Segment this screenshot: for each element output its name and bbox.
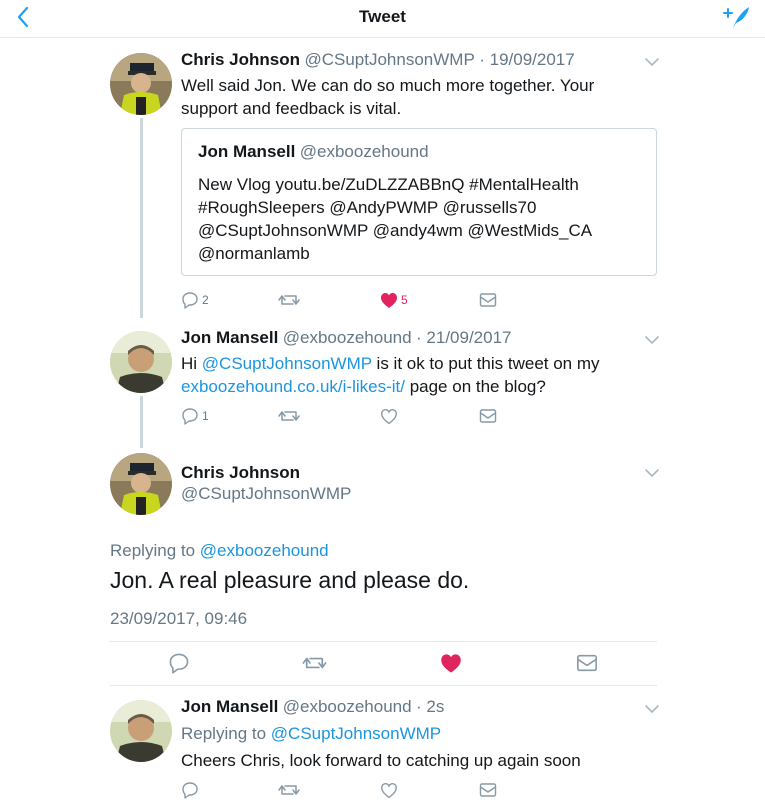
divider — [110, 641, 657, 642]
quoted-author-name: Jon Mansell — [198, 142, 296, 161]
like-button[interactable] — [380, 779, 398, 801]
reply-icon — [169, 653, 189, 674]
retweet-icon — [302, 657, 327, 669]
url-link[interactable]: exboozehound.co.uk/i-likes-it/ — [181, 377, 405, 396]
heart-icon — [380, 782, 398, 798]
tweet-text: Well said Jon. We can do so much more to… — [181, 76, 595, 118]
retweet-button[interactable] — [278, 405, 300, 427]
reply-button[interactable] — [168, 652, 190, 674]
tweet-text-segment: page on the blog? — [404, 377, 546, 396]
replying-to-handle[interactable]: @exboozehound — [200, 541, 329, 560]
retweet-icon — [278, 295, 300, 305]
chevron-down-icon[interactable] — [644, 335, 660, 345]
replying-to-handle[interactable]: @CSuptJohnsonWMP — [271, 724, 441, 743]
author-name[interactable]: Chris Johnson — [181, 50, 300, 69]
author-handle[interactable]: @CSuptJohnsonWMP — [304, 50, 474, 69]
like-button[interactable] — [440, 652, 462, 674]
mail-icon — [479, 409, 497, 423]
quoted-tweet[interactable]: Jon Mansell @exboozehound New Vlog youtu… — [181, 128, 657, 276]
thread-line — [140, 118, 143, 318]
dm-button[interactable] — [576, 652, 598, 674]
page-title: Tweet — [359, 7, 406, 26]
tweet-age: · 2s — [416, 697, 445, 716]
mail-icon — [479, 293, 497, 307]
mail-icon — [479, 783, 497, 797]
retweet-icon — [278, 411, 300, 421]
tweet-date: · 21/09/2017 — [416, 328, 512, 347]
mail-icon — [577, 654, 597, 672]
like-button[interactable]: 5 — [380, 289, 408, 311]
reply-button[interactable]: 1 — [181, 405, 209, 427]
retweet-button[interactable] — [302, 652, 327, 674]
tweet-text: Hi @CSuptJohnsonWMP is it ok to put this… — [181, 352, 651, 398]
tweet-text: Cheers Chris, look forward to catching u… — [181, 751, 581, 770]
heart-filled-icon — [381, 292, 397, 308]
dm-button[interactable] — [479, 779, 497, 801]
avatar[interactable] — [110, 453, 172, 515]
mention-link[interactable]: @CSuptJohnsonWMP — [202, 354, 372, 373]
dm-button[interactable] — [479, 405, 497, 427]
retweet-button[interactable] — [278, 779, 300, 801]
tweet-header: Chris Johnson @CSuptJohnsonWMP · 19/09/2… — [181, 50, 575, 70]
quoted-tweet-text: New Vlog youtu.be/ZuDLZZABBnQ #MentalHea… — [198, 175, 592, 263]
heart-icon — [380, 408, 398, 424]
heart-filled-icon — [441, 653, 461, 673]
retweet-button[interactable] — [278, 289, 300, 311]
author-handle[interactable]: @exboozehound — [283, 697, 412, 716]
reply-button[interactable] — [181, 779, 199, 801]
tweet-header: Jon Mansell @exboozehound · 21/09/2017 — [181, 328, 512, 348]
reply-icon — [182, 782, 198, 799]
like-button[interactable] — [380, 405, 398, 427]
tweet-timestamp: 23/09/2017, 09:46 — [110, 609, 248, 628]
quoted-tweet-header: Jon Mansell @exboozehound — [198, 142, 429, 162]
author-name[interactable]: Chris Johnson — [181, 463, 300, 483]
retweet-icon — [278, 785, 300, 795]
chevron-down-icon[interactable] — [644, 468, 660, 478]
author-handle[interactable]: @CSuptJohnsonWMP — [181, 484, 351, 504]
author-handle[interactable]: @exboozehound — [283, 328, 412, 347]
quoted-author-handle: @exboozehound — [299, 142, 429, 161]
dm-button[interactable] — [479, 289, 497, 311]
reply-icon — [182, 408, 198, 425]
like-count: 5 — [401, 293, 408, 307]
avatar[interactable] — [110, 331, 172, 393]
chevron-down-icon[interactable] — [644, 704, 660, 714]
reply-count: 2 — [202, 293, 209, 307]
tweet-text-segment: Hi — [181, 354, 202, 373]
replying-to-label: Replying to — [110, 541, 196, 560]
replying-to: Replying to @exboozehound — [110, 541, 329, 561]
divider — [110, 685, 657, 686]
avatar[interactable] — [110, 53, 172, 115]
tweet-header: Jon Mansell @exboozehound · 2s — [181, 697, 444, 717]
author-name[interactable]: Jon Mansell — [181, 697, 278, 716]
replying-to-label: Replying to — [181, 724, 267, 743]
author-name[interactable]: Jon Mansell — [181, 328, 278, 347]
tweet-date: · 19/09/2017 — [479, 50, 575, 69]
thread-line — [140, 396, 143, 448]
reply-button[interactable]: 2 — [181, 289, 209, 311]
reply-count: 1 — [202, 409, 209, 423]
reply-icon — [182, 292, 198, 309]
tweet-text-segment: is it ok to put this tweet on my — [371, 354, 600, 373]
focused-tweet-text: Jon. A real pleasure and please do. — [110, 567, 470, 593]
nav-bar: Tweet — [0, 0, 765, 38]
compose-tweet-icon[interactable] — [722, 4, 750, 30]
avatar[interactable] — [110, 700, 172, 762]
replying-to: Replying to @CSuptJohnsonWMP — [181, 724, 441, 744]
chevron-down-icon[interactable] — [644, 57, 660, 67]
